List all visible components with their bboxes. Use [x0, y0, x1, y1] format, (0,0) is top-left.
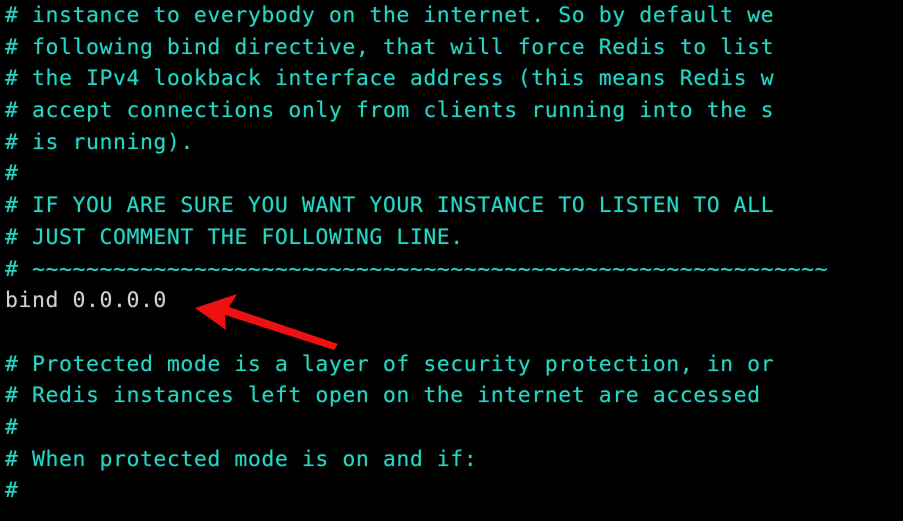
config-line: # When protected mode is on and if: — [5, 446, 478, 472]
config-line: # — [5, 161, 19, 187]
config-line: # Redis instances left open on the inter… — [5, 383, 761, 409]
config-file-content[interactable]: # instance to everybody on the internet.… — [0, 0, 903, 507]
config-line: # the IPv4 lookback interface address (t… — [5, 66, 775, 92]
config-line-blank — [5, 317, 903, 349]
config-line: # — [5, 414, 19, 440]
config-line: # JUST COMMENT THE FOLLOWING LINE. — [5, 224, 464, 250]
terminal-window[interactable]: # instance to everybody on the internet.… — [0, 0, 903, 521]
config-line: # is running). — [5, 129, 194, 155]
config-line: # Protected mode is a layer of security … — [5, 351, 775, 377]
config-line: # instance to everybody on the internet.… — [5, 3, 775, 28]
config-line: # following bind directive, that will fo… — [5, 34, 775, 60]
config-line: # IF YOU ARE SURE YOU WANT YOUR INSTANCE… — [5, 193, 775, 219]
config-line-separator: # ~~~~~~~~~~~~~~~~~~~~~~~~~~~~~~~~~~~~~~… — [5, 256, 829, 282]
bind-directive-line[interactable]: bind 0.0.0.0 — [5, 285, 903, 317]
config-line: # — [5, 478, 19, 504]
config-line: # accept connections only from clients r… — [5, 98, 775, 124]
